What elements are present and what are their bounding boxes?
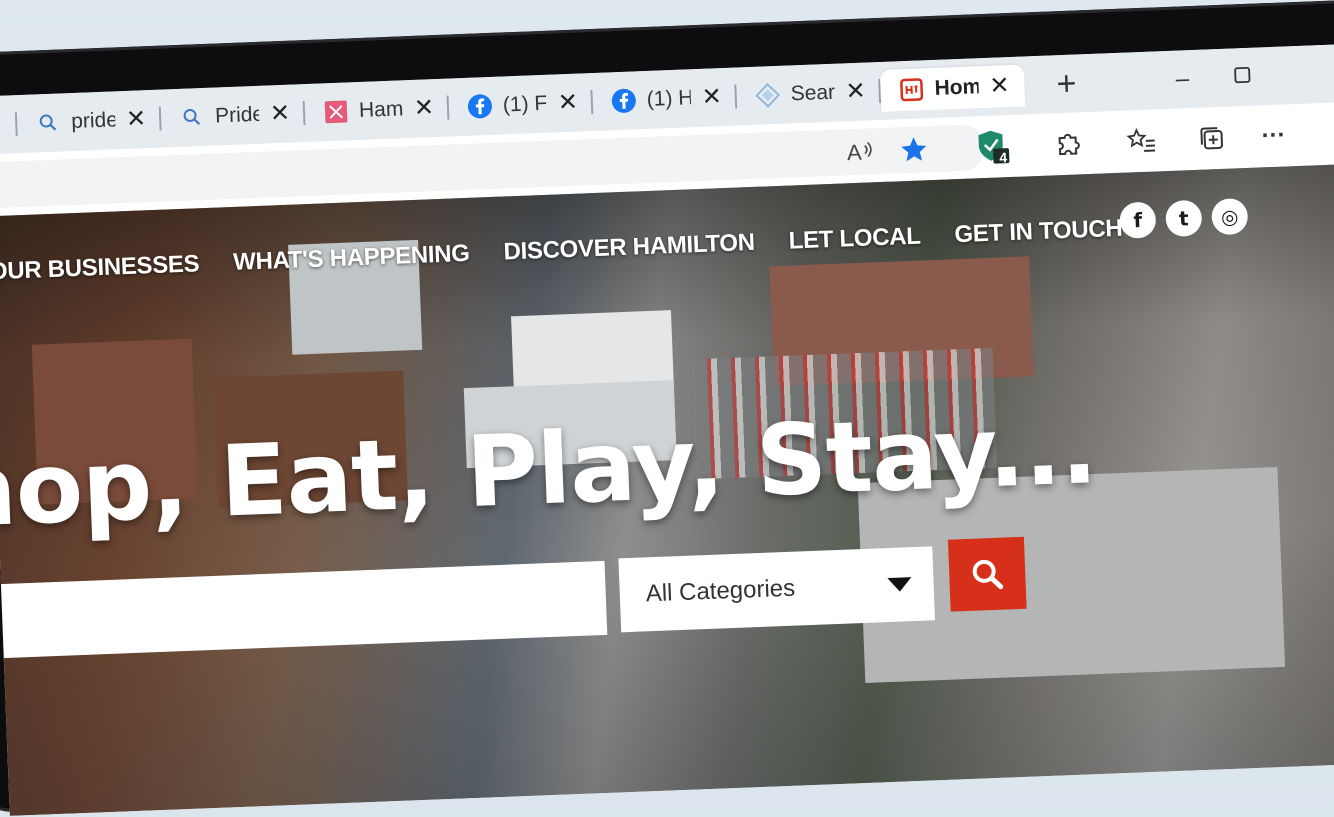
close-icon[interactable]: ✕ [269, 102, 292, 127]
nav-discover-hamilton[interactable]: DISCOVER HAMILTON [503, 229, 755, 267]
tab-home-active[interactable]: Hom ✕ [880, 64, 1026, 111]
close-icon[interactable]: ✕ [413, 96, 436, 121]
facebook-icon [610, 87, 637, 114]
search-icon [179, 104, 206, 131]
svg-text:A: A [847, 140, 863, 166]
search-icon [969, 556, 1006, 593]
close-icon[interactable]: ✕ [125, 107, 148, 132]
nav-whats-happening[interactable]: WHAT'S HAPPENING [233, 240, 470, 277]
category-dropdown[interactable]: All Categories [618, 546, 935, 632]
close-icon[interactable]: ✕ [844, 80, 867, 105]
keyword-search-input[interactable] [0, 561, 607, 659]
facebook-icon [466, 93, 493, 120]
collections-icon[interactable] [1194, 121, 1229, 156]
tab-title: (1) Fa [502, 92, 547, 118]
tab-title: pride [71, 108, 116, 134]
more-menu-icon[interactable]: ··· [1256, 118, 1291, 153]
favorite-star-icon[interactable] [896, 132, 931, 167]
dropdown-arrow-icon [887, 577, 912, 592]
hamilton-website: OUR BUSINESSES WHAT'S HAPPENING DISCOVER… [0, 163, 1334, 816]
tab-title: Pride [215, 103, 260, 129]
new-tab-button[interactable]: + [1042, 66, 1091, 102]
hamilton-crest-icon [323, 98, 350, 125]
shield-extension-icon[interactable]: 4 [976, 129, 1011, 164]
instagram-icon[interactable]: ◎ [1211, 198, 1248, 235]
read-aloud-icon[interactable]: A [842, 134, 877, 169]
tab-facebook-2[interactable]: (1) H ✕ [592, 76, 738, 123]
tab-search[interactable]: Sear ✕ [736, 70, 882, 117]
tab-partial[interactable]: ‹ [0, 103, 18, 146]
tab-facebook-1[interactable]: (1) Fa ✕ [448, 81, 594, 128]
maximize-button[interactable] [1212, 62, 1273, 92]
laptop-frame: ‹ pride ✕ Pride ✕ Ham [0, 0, 1334, 813]
browser-window: ‹ pride ✕ Pride ✕ Ham [0, 43, 1334, 816]
site-logo-icon [898, 76, 925, 103]
close-icon[interactable]: ✕ [556, 91, 579, 116]
search-button[interactable] [948, 537, 1027, 612]
nav-our-businesses[interactable]: OUR BUSINESSES [0, 250, 200, 286]
tab-title: Hom [934, 75, 979, 101]
tab-hamilton[interactable]: Ham ✕ [304, 87, 450, 134]
nav-get-in-touch[interactable]: GET IN TOUCH [954, 215, 1123, 249]
tab-pride-search-2[interactable]: Pride ✕ [160, 92, 306, 139]
social-links: f t ◎ [1119, 198, 1248, 239]
twitter-icon[interactable]: t [1165, 200, 1202, 237]
category-selected-value: All Categories [645, 575, 795, 609]
tab-title: Ham [359, 97, 404, 123]
search-icon [35, 109, 62, 136]
close-icon[interactable]: ✕ [988, 74, 1011, 99]
tab-title: (1) H [646, 86, 691, 112]
nav-let-local[interactable]: LET LOCAL [788, 223, 921, 256]
tab-pride-search-1[interactable]: pride ✕ [16, 98, 162, 145]
facebook-icon[interactable]: f [1119, 202, 1156, 239]
favorites-list-icon[interactable] [1124, 123, 1159, 158]
diamond-search-icon [754, 82, 781, 109]
minimize-button[interactable]: – [1152, 64, 1213, 94]
extension-badge: 4 [999, 149, 1007, 165]
extensions-puzzle-icon[interactable] [1050, 126, 1085, 161]
close-icon[interactable]: ✕ [700, 85, 723, 110]
tab-title: Sear [790, 81, 835, 107]
